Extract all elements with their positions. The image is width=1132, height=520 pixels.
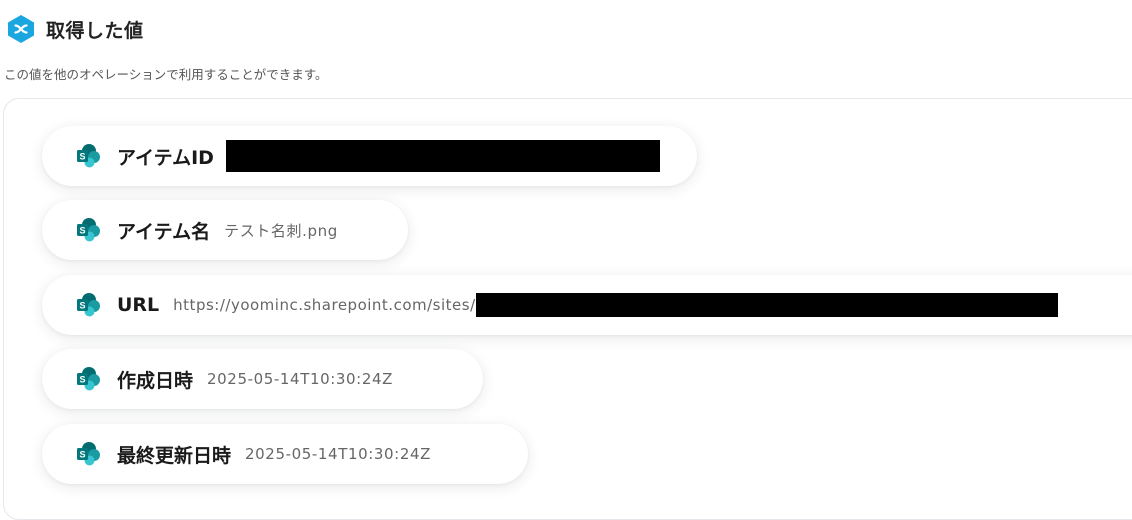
svg-text:S: S	[79, 152, 85, 162]
page-title: 取得した値	[46, 19, 144, 42]
sharepoint-icon: S	[77, 442, 100, 466]
svg-text:S: S	[79, 450, 85, 460]
sharepoint-icon: S	[77, 367, 100, 391]
sharepoint-icon: S	[77, 218, 100, 242]
x-hexagon-icon	[8, 15, 34, 43]
value-pill-item-name[interactable]: S アイテム名 テスト名刺.png	[42, 200, 408, 260]
redacted-value	[475, 293, 1058, 317]
section-header: 取得した値	[6, 14, 144, 44]
pill-label: 最終更新日時	[117, 444, 232, 467]
pill-value: 2025-05-14T10:30:24Z	[245, 445, 431, 463]
pill-label: 作成日時	[117, 369, 194, 392]
pill-label: アイテムID	[117, 146, 214, 169]
sharepoint-icon: S	[77, 144, 100, 168]
value-pill-created-at[interactable]: S 作成日時 2025-05-14T10:30:24Z	[42, 349, 483, 409]
svg-text:S: S	[79, 301, 85, 311]
value-pill-updated-at[interactable]: S 最終更新日時 2025-05-14T10:30:24Z	[42, 424, 528, 484]
pill-label: URL	[117, 294, 160, 316]
pill-value: https://yoominc.sharepoint.com/sites/	[173, 296, 476, 314]
description-text: この値を他のオペレーションで利用することができます。	[4, 67, 328, 82]
redacted-value	[225, 140, 660, 172]
pill-label: アイテム名	[117, 220, 211, 243]
pill-value: 2025-05-14T10:30:24Z	[207, 370, 393, 388]
svg-text:S: S	[79, 226, 85, 236]
value-pill-url[interactable]: S URL https://yoominc.sharepoint.com/sit…	[42, 275, 1132, 335]
pill-value: テスト名刺.png	[224, 221, 338, 240]
sharepoint-icon: S	[77, 293, 100, 317]
value-pill-item-id[interactable]: S アイテムID	[42, 126, 697, 186]
svg-text:S: S	[79, 375, 85, 385]
